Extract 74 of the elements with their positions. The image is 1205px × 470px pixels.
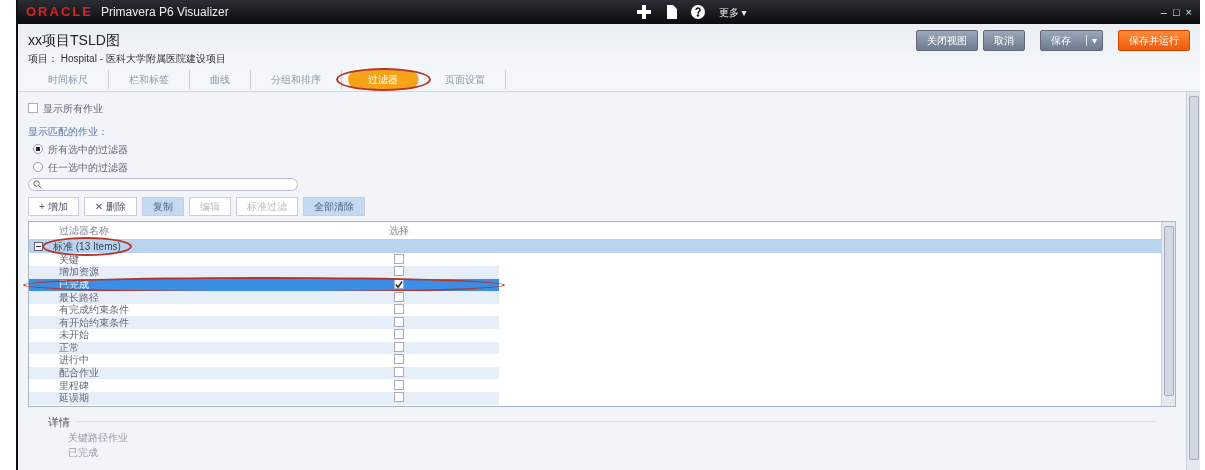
checkbox[interactable] bbox=[394, 253, 404, 264]
detail-text: 已完成 bbox=[67, 446, 99, 460]
table-cell-text: 未开始 bbox=[58, 330, 90, 341]
project-label: 项目： Hospital - 医科大学附属医院建设项目 bbox=[28, 52, 226, 66]
header-button[interactable]: 取消 bbox=[982, 30, 1025, 51]
table-row[interactable]: 最长路径 bbox=[29, 291, 499, 304]
more-menu[interactable]: 更多 ▾ bbox=[718, 4, 747, 20]
checkbox[interactable] bbox=[394, 266, 404, 277]
search-field[interactable] bbox=[28, 177, 298, 192]
checkbox[interactable] bbox=[394, 291, 404, 302]
checkbox[interactable] bbox=[394, 329, 404, 340]
checkbox[interactable] bbox=[394, 304, 404, 315]
tab[interactable]: 栏和标签 bbox=[109, 70, 190, 89]
split-button[interactable]: 保存 ▾ bbox=[1039, 30, 1103, 51]
help-icon[interactable] bbox=[690, 5, 705, 19]
radio-button[interactable] bbox=[33, 162, 43, 172]
app-title: Primavera P6 Visualizer bbox=[100, 4, 229, 21]
table-cell-text: 里程碑 bbox=[58, 380, 90, 391]
table-row[interactable]: 延误期 bbox=[29, 391, 499, 405]
tab[interactable]: 曲线 bbox=[190, 70, 251, 89]
table-row[interactable]: 里程碑 bbox=[29, 379, 499, 392]
collapse-icon[interactable] bbox=[34, 242, 43, 252]
plus-icon[interactable] bbox=[636, 5, 651, 19]
radio-label: 任一选中的过滤器 bbox=[48, 160, 128, 175]
checkbox[interactable] bbox=[394, 279, 404, 290]
table-row[interactable]: 未开始 bbox=[29, 329, 499, 342]
table-cell-text: 正常 bbox=[58, 342, 80, 353]
table-row[interactable]: 有完成约束条件 bbox=[29, 303, 499, 317]
radio-label: 所有选中的过滤器 bbox=[48, 142, 128, 157]
table-cell-text: 配合作业 bbox=[58, 368, 100, 379]
checkbox[interactable] bbox=[394, 367, 404, 378]
section-title: 详情 bbox=[48, 414, 70, 430]
table-row[interactable]: 进行中 bbox=[29, 354, 499, 367]
column-header: 选择 bbox=[388, 225, 410, 236]
checkbox[interactable] bbox=[28, 103, 38, 113]
table-row[interactable]: 增加资源 bbox=[29, 266, 499, 279]
close-button[interactable]: × bbox=[1185, 3, 1192, 21]
table-cell-text: 关键 bbox=[58, 254, 80, 265]
checkbox[interactable] bbox=[394, 379, 404, 390]
checkbox[interactable] bbox=[394, 341, 404, 352]
tab[interactable]: 页面设置 bbox=[425, 70, 506, 89]
table-row[interactable]: 正常 bbox=[29, 341, 499, 355]
table-cell-text: 有完成约束条件 bbox=[58, 305, 130, 316]
maximize-button[interactable]: □ bbox=[1172, 3, 1180, 21]
checkbox[interactable] bbox=[394, 316, 404, 327]
checkbox[interactable] bbox=[394, 354, 404, 365]
toolbar-button[interactable]: 复制 bbox=[141, 196, 184, 216]
document-icon[interactable] bbox=[664, 5, 677, 19]
logo-text: ORACLE bbox=[26, 3, 93, 22]
section-label: 显示匹配的作业： bbox=[28, 124, 109, 139]
table-cell-text: 进行中 bbox=[58, 355, 90, 366]
view-title: xx项目TSLD图 bbox=[28, 31, 121, 50]
minimize-button[interactable]: – bbox=[1160, 3, 1167, 21]
table-cell-text: 有开始约束条件 bbox=[58, 317, 130, 328]
table-cell-text: 最长路径 bbox=[58, 292, 100, 303]
toolbar-button[interactable]: + 增加 bbox=[28, 196, 79, 216]
tab[interactable]: 时间标尺 bbox=[28, 70, 109, 89]
toolbar-button[interactable]: 全部清除 bbox=[302, 196, 365, 216]
group-label[interactable]: 标准 (13 Items) bbox=[48, 241, 126, 253]
table-cell-text: 增加资源 bbox=[58, 267, 100, 278]
checkbox[interactable] bbox=[394, 392, 404, 403]
table-row[interactable]: 关键 bbox=[29, 253, 499, 267]
table-row[interactable]: 配合作业 bbox=[29, 366, 499, 380]
tab[interactable]: 分组和排序 bbox=[251, 70, 342, 89]
detail-text: 关键路径作业 bbox=[67, 431, 129, 445]
toolbar-button[interactable]: ✕ 删除 bbox=[83, 196, 137, 216]
header-button[interactable]: 关闭视图 bbox=[915, 30, 978, 51]
search-icon bbox=[33, 179, 42, 189]
checkbox-label: 显示所有作业 bbox=[43, 101, 103, 116]
radio-button[interactable] bbox=[33, 144, 43, 154]
header-button[interactable]: 保存并运行 bbox=[1118, 30, 1190, 51]
column-header: 过滤器名称 bbox=[58, 225, 110, 236]
table-cell-text: 延误期 bbox=[58, 393, 90, 404]
table-row[interactable]: 有开始约束条件 bbox=[29, 316, 499, 329]
